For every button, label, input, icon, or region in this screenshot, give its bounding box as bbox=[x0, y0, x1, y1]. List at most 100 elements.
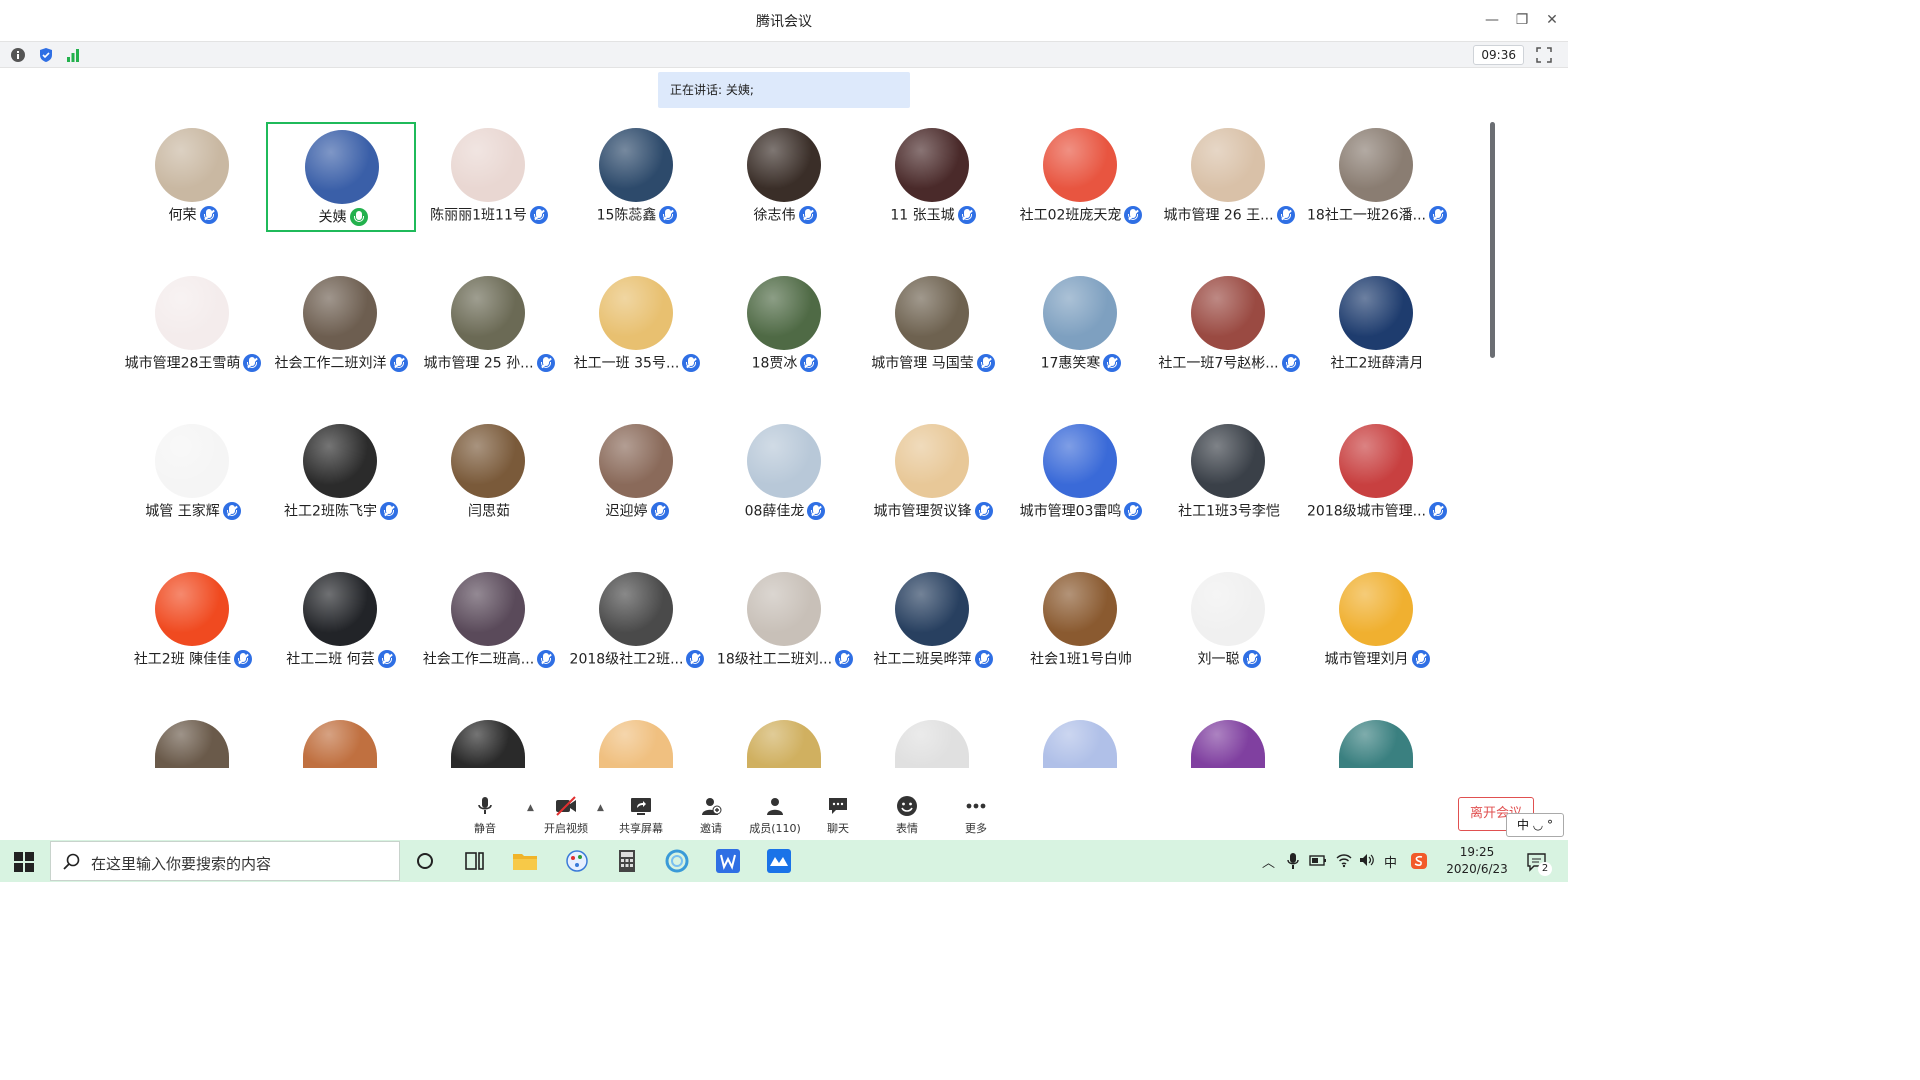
mic-muted-icon bbox=[1428, 501, 1447, 520]
mute-button[interactable]: 静音 bbox=[450, 795, 520, 836]
cortana-icon[interactable] bbox=[410, 846, 440, 876]
meeting-controls-bar: 静音 ▲ 开启视频 ▲ 共享屏幕 邀请 成员(110) 聊天 表情 更多 bbox=[0, 783, 1568, 840]
participant-avatar bbox=[451, 720, 525, 768]
participant-name: 11 张玉城 bbox=[890, 207, 955, 224]
video-off-icon bbox=[556, 796, 576, 816]
system-clock[interactable]: 19:25 2020/6/23 bbox=[1436, 844, 1518, 878]
mic-muted-icon bbox=[650, 501, 669, 520]
participant-avatar bbox=[747, 424, 821, 498]
participant-name: 15陈蕊鑫 bbox=[596, 207, 657, 224]
participant-name: 城市管理 马国莹 bbox=[871, 355, 974, 372]
participant-tile[interactable]: 社工2班薛清月 bbox=[1302, 270, 1452, 380]
participant-avatar bbox=[303, 276, 377, 350]
participant-avatar bbox=[305, 130, 379, 204]
mic-muted-icon bbox=[800, 353, 819, 372]
microphone-icon bbox=[478, 797, 492, 814]
mic-muted-icon bbox=[1428, 205, 1447, 224]
participant-name: 社会工作二班高... bbox=[422, 651, 535, 668]
participant-grid: 何荣 关姨 陈丽丽1班11号 15陈蕊鑫 徐志伟 11 张玉城 社工02班庞天宠 城市管理 2… bbox=[0, 0, 1568, 800]
participant-name: 2018级社工2班... bbox=[569, 651, 684, 668]
participant-name: 刘一聪 bbox=[1197, 651, 1240, 668]
participant-name: 社工2班薛清月 bbox=[1330, 355, 1424, 372]
participant-avatar bbox=[1191, 572, 1265, 646]
notification-count: 2 bbox=[1538, 862, 1552, 876]
participant-name: 社工02班庞天宠 bbox=[1019, 207, 1122, 224]
participant-avatar bbox=[451, 128, 525, 202]
mic-muted-icon bbox=[659, 205, 678, 224]
participant-name: 社工1班3号李恺 bbox=[1178, 503, 1280, 520]
paint-app-icon[interactable] bbox=[562, 846, 592, 876]
app-swirl-icon[interactable] bbox=[662, 846, 692, 876]
participant-tile[interactable]: 18社工一班26潘... bbox=[1302, 122, 1452, 232]
participant-tile[interactable]: 2018级城市管理... bbox=[1302, 418, 1452, 528]
participant-name: 18贾冰 bbox=[751, 355, 798, 372]
windows-start-icon[interactable] bbox=[14, 852, 34, 872]
windows-taskbar: 在这里输入你要搜索的内容 ︿ 中 19:25 2020/6/23 2 bbox=[0, 840, 1568, 882]
participant-avatar bbox=[1191, 424, 1265, 498]
participant-name: 08薛佳龙 bbox=[744, 503, 805, 520]
participant-avatar bbox=[599, 720, 673, 768]
calculator-icon[interactable] bbox=[612, 846, 642, 876]
emoji-icon bbox=[897, 796, 917, 816]
participant-name-row: 18社工一班26潘... bbox=[1282, 204, 1472, 224]
emoji-button[interactable]: 表情 bbox=[872, 795, 942, 836]
wifi-icon[interactable] bbox=[1335, 852, 1353, 868]
participant-name: 城管 王家辉 bbox=[145, 503, 220, 520]
participant-avatar bbox=[747, 720, 821, 768]
wps-writer-icon[interactable] bbox=[713, 846, 743, 876]
taskbar-search-box[interactable]: 在这里输入你要搜索的内容 bbox=[50, 841, 400, 881]
participant-avatar bbox=[1043, 128, 1117, 202]
clock-time: 19:25 bbox=[1459, 845, 1495, 859]
participant-avatar bbox=[451, 424, 525, 498]
participant-name: 何荣 bbox=[168, 207, 197, 224]
mic-muted-icon bbox=[807, 501, 826, 520]
video-options-caret[interactable]: ▲ bbox=[597, 803, 604, 813]
participant-name: 关姨 bbox=[318, 209, 347, 226]
participant-avatar bbox=[1339, 276, 1413, 350]
participant-name: 闫思茹 bbox=[468, 503, 510, 520]
participant-avatar bbox=[451, 276, 525, 350]
more-button[interactable]: 更多 bbox=[941, 795, 1011, 836]
grid-scrollbar[interactable] bbox=[1490, 122, 1495, 358]
invite-button[interactable]: 邀请 bbox=[676, 795, 746, 836]
chat-label: 聊天 bbox=[827, 822, 849, 835]
mic-muted-icon bbox=[957, 205, 976, 224]
search-placeholder: 在这里输入你要搜索的内容 bbox=[91, 855, 272, 873]
participant-avatar bbox=[1191, 276, 1265, 350]
participant-tile[interactable]: 何荣 bbox=[118, 122, 268, 232]
tray-expand-icon[interactable]: ︿ bbox=[1262, 852, 1275, 871]
clock-date: 2020/6/23 bbox=[1446, 862, 1508, 876]
participant-avatar bbox=[155, 276, 229, 350]
participant-name: 2018级城市管理... bbox=[1307, 503, 1426, 520]
more-label: 更多 bbox=[965, 822, 987, 835]
participant-avatar bbox=[895, 720, 969, 768]
file-explorer-icon[interactable] bbox=[510, 846, 540, 876]
participant-tile[interactable]: 城市管理刘月 bbox=[1302, 566, 1452, 676]
volume-icon[interactable] bbox=[1358, 852, 1376, 868]
participant-name: 城市管理03雷鸣 bbox=[1019, 503, 1122, 520]
participant-name: 社工一班 35号... bbox=[573, 355, 680, 372]
input-language[interactable]: 中 bbox=[1384, 852, 1397, 871]
chat-button[interactable]: 聊天 bbox=[803, 795, 873, 836]
participant-name: 社会1班1号白帅 bbox=[1030, 651, 1132, 668]
share-screen-icon bbox=[631, 798, 651, 815]
invite-label: 邀请 bbox=[700, 822, 722, 835]
members-button[interactable]: 成员(110) bbox=[740, 795, 810, 836]
participant-avatar bbox=[1191, 128, 1265, 202]
battery-icon[interactable] bbox=[1309, 852, 1327, 868]
participant-name-row: 社工2班薛清月 bbox=[1282, 352, 1472, 372]
participant-name: 徐志伟 bbox=[753, 207, 796, 224]
mic-muted-icon bbox=[1242, 649, 1261, 668]
share-screen-button[interactable]: 共享屏幕 bbox=[606, 795, 676, 836]
participant-avatar bbox=[1339, 424, 1413, 498]
participant-avatar bbox=[599, 276, 673, 350]
task-view-icon[interactable] bbox=[460, 846, 490, 876]
tencent-meeting-icon[interactable] bbox=[764, 846, 794, 876]
ime-toolbar[interactable]: 中 ◡ ° bbox=[1506, 813, 1564, 837]
sogou-ime-icon[interactable] bbox=[1410, 852, 1428, 870]
start-video-button[interactable]: 开启视频 bbox=[531, 795, 601, 836]
tray-microphone-icon[interactable] bbox=[1286, 852, 1300, 870]
participant-name: 城市管理刘月 bbox=[1324, 651, 1409, 668]
participant-avatar bbox=[155, 572, 229, 646]
members-label: 成员(110) bbox=[749, 822, 801, 835]
